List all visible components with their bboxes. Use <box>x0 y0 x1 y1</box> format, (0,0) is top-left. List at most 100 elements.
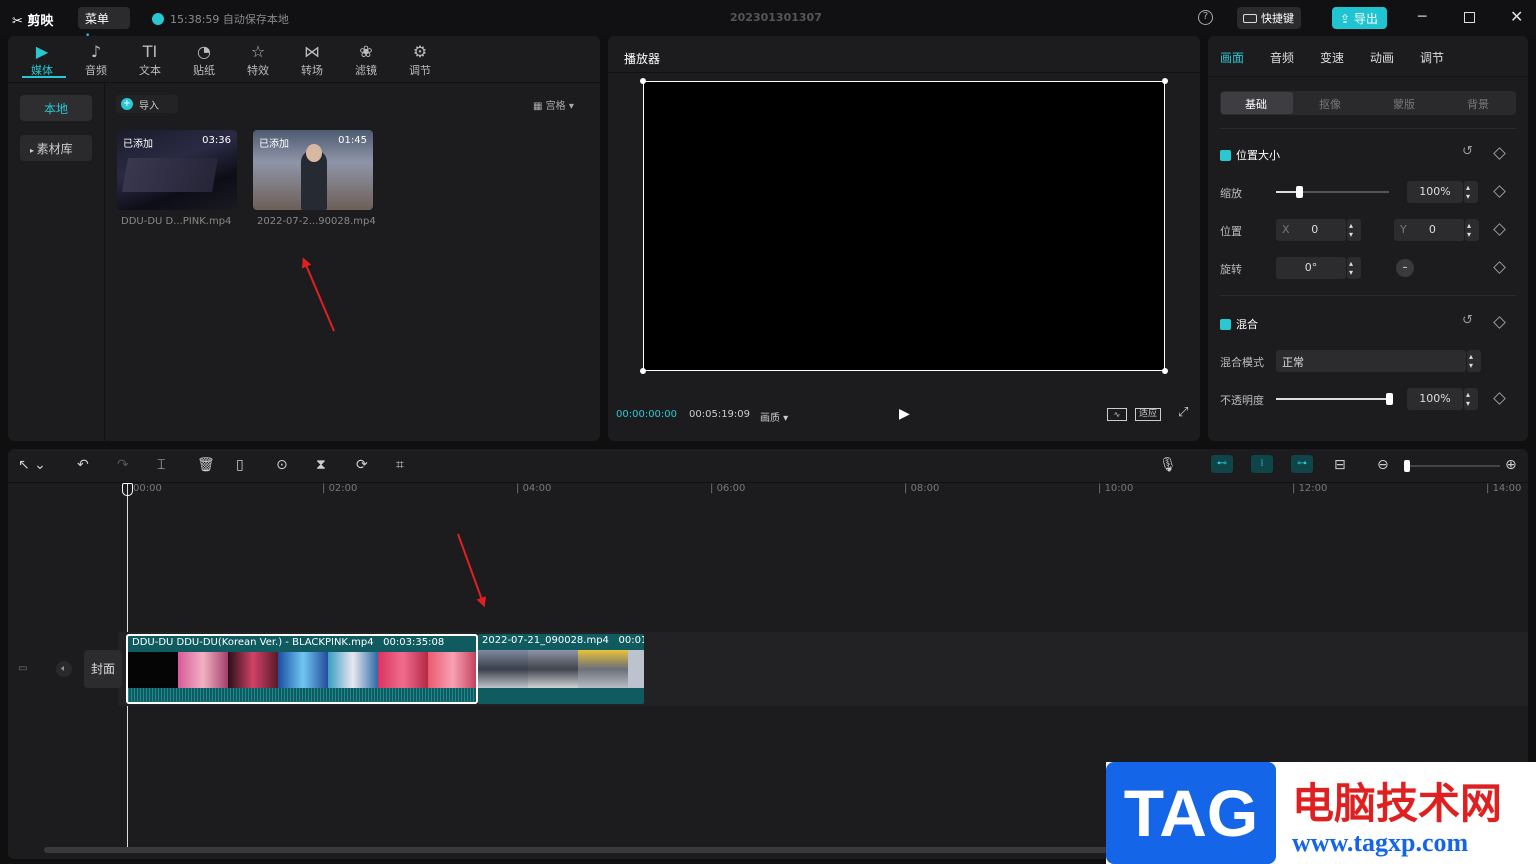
keyframe-icon[interactable] <box>1493 392 1506 405</box>
fit-button[interactable]: 适应 <box>1135 408 1161 421</box>
shortcut-button[interactable]: 快捷键 <box>1237 7 1301 29</box>
resize-handle[interactable] <box>1162 368 1168 374</box>
preview-axis-icon[interactable]: ⊟ <box>1334 457 1346 473</box>
video-clip[interactable]: 2022-07-21_090028.mp4 00:01:4 <box>478 634 644 704</box>
zoom-out-icon[interactable]: ⊖ <box>1377 457 1389 473</box>
quality-dropdown[interactable]: 画质 ▾ <box>760 409 788 424</box>
video-clip[interactable]: DDU-DU DDU-DU(Korean Ver.) - BLACKPINK.m… <box>126 634 478 704</box>
resize-handle[interactable] <box>640 368 646 374</box>
track-visibility-icon[interactable]: ▭ <box>18 663 27 674</box>
tab-filter[interactable]: ❀ 滤镜 <box>344 42 388 78</box>
rotate-icon[interactable]: ⟳ <box>356 457 368 473</box>
view-toggle[interactable]: ▦ 宫格 ▾ <box>533 97 574 112</box>
resize-handle[interactable] <box>1162 78 1168 84</box>
close-icon[interactable]: ✕ <box>1510 7 1523 26</box>
zoom-slider[interactable] <box>1404 465 1500 467</box>
tab-text[interactable]: TI 文本 <box>128 42 172 78</box>
position-y-input[interactable]: Y0 <box>1394 219 1464 241</box>
media-thumbnail[interactable]: 已添加 03:36 <box>117 130 237 210</box>
tab-prop-audio[interactable]: 音频 <box>1270 49 1294 66</box>
tab-adjust[interactable]: ⚙ 调节 <box>398 42 442 78</box>
scale-input[interactable]: 100% <box>1407 181 1463 203</box>
mirror-icon[interactable]: ⧗ <box>316 457 326 473</box>
freeze-icon[interactable]: ▯ <box>236 457 244 473</box>
media-filename: DDU-DU D...PINK.mp4 <box>121 216 232 227</box>
clip-frame <box>578 650 628 688</box>
tab-audio[interactable]: ♪ 音频 <box>74 42 118 78</box>
auto-snap-icon[interactable]: ⁞ <box>1251 455 1273 473</box>
redo-icon[interactable]: ↷ <box>117 457 129 473</box>
watermark-site-name: 电脑技术网 <box>1292 779 1503 828</box>
waveform-icon[interactable]: ∿ <box>1107 408 1127 421</box>
thumbnail-image <box>122 158 218 192</box>
select-tool-icon[interactable]: ↖ ⌄ <box>18 457 46 473</box>
help-icon[interactable]: ? <box>1198 10 1213 25</box>
clip-frame <box>178 652 228 690</box>
play-icon[interactable]: ▶ <box>899 406 910 422</box>
tab-animation[interactable]: 动画 <box>1370 49 1394 66</box>
media-thumbnail[interactable]: 已添加 01:45 <box>253 130 373 210</box>
tab-effects[interactable]: ☆ 特效 <box>236 42 280 78</box>
reset-icon[interactable]: ↺ <box>1462 144 1473 159</box>
position-x-input[interactable]: X0 <box>1276 219 1346 241</box>
linkage-icon[interactable]: ⊶ <box>1291 455 1313 473</box>
ruler-tick: | 12:00 <box>1292 483 1328 494</box>
subtab-basic[interactable]: 基础 <box>1245 96 1267 112</box>
cover-button[interactable]: 封面 <box>84 650 122 688</box>
subtab-mask[interactable]: 蒙版 <box>1393 96 1415 112</box>
split-icon[interactable]: ⌶ <box>157 457 165 473</box>
tab-picture[interactable]: 画面 <box>1220 49 1244 66</box>
opacity-input[interactable]: 100% <box>1407 388 1463 410</box>
keyframe-icon[interactable] <box>1493 261 1506 274</box>
keyframe-icon[interactable] <box>1493 316 1506 329</box>
scale-stepper[interactable]: ▴ ▾ <box>1464 181 1478 203</box>
audio-icon: ♪ <box>90 42 102 61</box>
rotate-dial[interactable]: – <box>1396 259 1414 277</box>
position-y-stepper[interactable]: ▴ ▾ <box>1465 219 1479 241</box>
zoom-in-icon[interactable]: ⊕ <box>1505 457 1517 473</box>
tab-transition[interactable]: ⋈ 转场 <box>290 42 334 78</box>
rotate-input[interactable]: 0° <box>1276 257 1346 279</box>
clip-frame <box>428 652 476 690</box>
preview-canvas[interactable] <box>640 78 1168 374</box>
tab-prop-adjust[interactable]: 调节 <box>1420 49 1444 66</box>
rotate-stepper[interactable]: ▴ ▾ <box>1347 257 1361 279</box>
subtab-background[interactable]: 背景 <box>1467 96 1489 112</box>
sidebar-item-local[interactable]: 本地 <box>20 95 92 121</box>
zoom-slider-handle[interactable] <box>1404 460 1410 472</box>
fullscreen-icon[interactable]: ⤢ <box>1178 405 1188 420</box>
microphone-icon[interactable]: 🎙︎ <box>1159 457 1177 473</box>
keyframe-icon[interactable] <box>1493 223 1506 236</box>
import-button[interactable]: + 导入 <box>116 95 178 113</box>
blend-mode-select[interactable]: 正常 <box>1276 350 1466 372</box>
opacity-stepper[interactable]: ▴ ▾ <box>1464 388 1478 410</box>
tab-speed[interactable]: 变速 <box>1320 49 1344 66</box>
export-button[interactable]: ⇪ 导出 <box>1332 7 1387 29</box>
added-badge: 已添加 <box>123 139 153 150</box>
resize-handle[interactable] <box>640 78 646 84</box>
playhead-handle[interactable] <box>122 483 133 496</box>
tab-sticker[interactable]: ◔ 贴纸 <box>182 42 226 78</box>
tab-media[interactable]: ▶ 媒体 <box>20 42 64 78</box>
scale-slider-handle[interactable] <box>1295 186 1303 198</box>
subtab-cutout[interactable]: 抠像 <box>1319 96 1341 112</box>
track-audio-icon[interactable]: 🔈︎ <box>56 661 72 677</box>
main-track-magnet-icon[interactable]: ⊷ <box>1211 455 1233 473</box>
position-x-stepper[interactable]: ▴ ▾ <box>1347 219 1361 241</box>
opacity-slider-handle[interactable] <box>1386 393 1393 405</box>
undo-icon[interactable]: ↶ <box>77 457 89 473</box>
menu-button[interactable]: 菜单 •⌄ <box>78 7 130 41</box>
delete-icon[interactable]: 🗑︎ <box>197 457 215 473</box>
sidebar-item-library[interactable]: ▸ 素材库 <box>20 135 92 161</box>
scale-label: 缩放 <box>1220 187 1242 200</box>
reverse-icon[interactable]: ⊙ <box>276 457 288 473</box>
keyframe-icon[interactable] <box>1493 147 1506 160</box>
blend-mode-stepper[interactable]: ▴ ▾ <box>1467 350 1481 372</box>
minimize-icon[interactable]: ─ <box>1418 9 1426 25</box>
maximize-icon[interactable] <box>1464 12 1475 23</box>
section-position-size[interactable]: 位置大小 <box>1220 147 1280 163</box>
section-blend[interactable]: 混合 <box>1220 316 1258 332</box>
crop-icon[interactable]: ⌗ <box>396 457 404 473</box>
keyframe-icon[interactable] <box>1493 185 1506 198</box>
reset-icon[interactable]: ↺ <box>1462 313 1473 328</box>
